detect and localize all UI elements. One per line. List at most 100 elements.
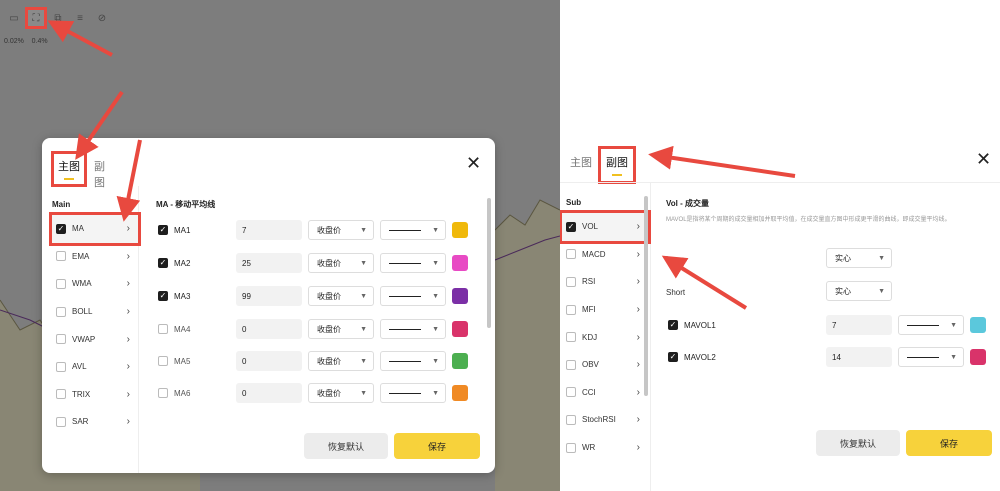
checkbox[interactable] [566,249,576,260]
sidebar-item-label: CCI [582,387,596,397]
sidebar-item-sar[interactable]: SAR › [52,408,138,436]
period-input[interactable]: 14 [826,347,892,367]
checkbox[interactable]: ✓ [158,291,168,301]
sidebar-item-stochrsi[interactable]: StochRSI › [562,406,648,434]
sidebar-item-vol[interactable]: ✓ VOL › [560,210,651,244]
sidebar-item-trix[interactable]: TRIX › [52,381,138,409]
checkbox[interactable] [566,332,576,343]
tab-main[interactable]: 主图 [56,156,82,182]
period-input[interactable]: 0 [236,351,302,371]
line-style-select[interactable]: ▼ [380,286,446,306]
indicator-icon[interactable]: ⛶ [25,7,47,29]
line-style-select[interactable]: ▼ [380,319,446,339]
chevron-right-icon: › [636,221,640,233]
source-select[interactable]: 收盘价 ▼ [308,319,374,339]
checkbox[interactable] [158,356,168,366]
line-style-select[interactable]: ▼ [380,383,446,403]
scrollbar[interactable] [487,198,491,328]
sidebar-item-mfi[interactable]: MFI › [562,296,648,324]
color-swatch[interactable] [452,385,468,401]
color-swatch[interactable] [452,353,468,369]
checkbox[interactable] [158,324,168,334]
tab-sub[interactable]: 副图 [598,146,636,184]
chevron-down-icon: ▼ [950,353,957,361]
window-icon[interactable]: ▭ [6,10,22,26]
checkbox[interactable]: ✓ [566,221,576,232]
color-swatch[interactable] [452,222,468,238]
checkbox[interactable] [56,416,66,427]
checkbox[interactable]: ✓ [158,225,168,235]
sidebar-item-kdj[interactable]: KDJ › [562,323,648,351]
period-input[interactable]: 0 [236,319,302,339]
color-swatch[interactable] [970,349,986,365]
reset-default-button[interactable]: 恢复默认 [304,433,388,459]
checkbox[interactable]: ✓ [56,223,66,234]
sidebar-item-obv[interactable]: OBV › [562,351,648,379]
reset-default-button[interactable]: 恢复默认 [816,430,900,456]
color-swatch[interactable] [452,321,468,337]
sidebar-item-avl[interactable]: AVL › [52,353,138,381]
list-icon[interactable]: ≡ [72,10,88,26]
save-button[interactable]: 保存 [394,433,480,459]
color-swatch[interactable] [452,288,468,304]
sidebar-item-macd[interactable]: MACD › [562,241,648,269]
settings-icon[interactable]: ⊘ [94,10,110,26]
line-style-select[interactable]: ▼ [380,220,446,240]
checkbox[interactable] [56,278,66,289]
ma-row-label: MA2 [174,258,191,268]
sidebar-item-rsi[interactable]: RSI › [562,268,648,296]
source-select[interactable]: 收盘价 ▼ [308,383,374,403]
close-icon[interactable]: ✕ [976,150,991,168]
sidebar-item-boll[interactable]: BOLL › [52,298,138,326]
tab-main[interactable]: 主图 [568,152,594,178]
checkbox[interactable] [56,251,66,262]
sidebar-item-ema[interactable]: EMA › [52,243,138,271]
scrollbar[interactable] [644,196,648,396]
sidebar-item-wr[interactable]: WR › [562,434,648,462]
crop-icon[interactable]: ⧉ [50,10,66,26]
checkbox[interactable] [56,389,66,400]
period-input[interactable]: 7 [236,220,302,240]
checkbox[interactable] [566,359,576,370]
checkbox[interactable] [566,442,576,453]
source-select[interactable]: 收盘价 ▼ [308,351,374,371]
period-input[interactable]: 25 [236,253,302,273]
line-style-select[interactable]: ▼ [898,315,964,335]
ma-row: MA6 [158,383,190,403]
sidebar-divider [650,183,651,491]
checkbox[interactable] [56,334,66,345]
close-icon[interactable]: ✕ [466,154,481,172]
tab-sub[interactable]: 副图 [92,156,107,198]
short-style-select[interactable]: 实心 ▼ [826,281,892,301]
sidebar-item-cci[interactable]: CCI › [562,379,648,407]
line-style-select[interactable]: ▼ [380,351,446,371]
chart-stats: 0.02% 0.4% [4,38,48,45]
checkbox[interactable]: ✓ [668,352,678,362]
checkbox[interactable] [56,361,66,372]
checkbox[interactable] [566,414,576,425]
period-input[interactable]: 99 [236,286,302,306]
indicator-sidebar: Sub ✓ VOL › MACD › RSI › MFI › KDJ › OBV › CCI ›… [560,198,651,462]
period-input[interactable]: 0 [236,383,302,403]
checkbox[interactable] [566,304,576,315]
sidebar-item-wma[interactable]: WMA › [52,270,138,298]
checkbox[interactable] [566,387,576,398]
checkbox[interactable] [158,388,168,398]
line-style-select[interactable]: ▼ [898,347,964,367]
checkbox[interactable]: ✓ [668,320,678,330]
period-input[interactable]: 7 [826,315,892,335]
source-select[interactable]: 收盘价 ▼ [308,220,374,240]
save-button[interactable]: 保存 [906,430,992,456]
color-swatch[interactable] [452,255,468,271]
long-style-select[interactable]: 实心 ▼ [826,248,892,268]
checkbox[interactable] [56,306,66,317]
line-style-select[interactable]: ▼ [380,253,446,273]
checkbox[interactable]: ✓ [158,258,168,268]
sidebar-item-ma[interactable]: ✓ MA › [49,212,141,246]
color-swatch[interactable] [970,317,986,333]
source-select[interactable]: 收盘价 ▼ [308,286,374,306]
indicator-dialog-main: 主图 副图 ✕ Main ✓ MA › EMA › WMA › BOLL › VWAP › … [42,138,495,473]
source-select[interactable]: 收盘价 ▼ [308,253,374,273]
checkbox[interactable] [566,276,576,287]
sidebar-item-vwap[interactable]: VWAP › [52,325,138,353]
